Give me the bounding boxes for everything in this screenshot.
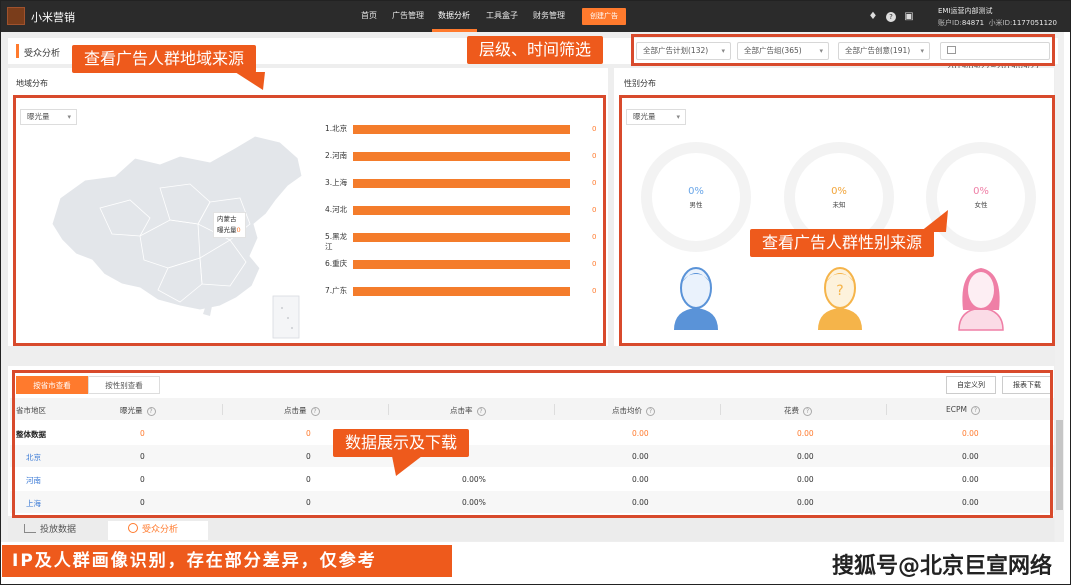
message-icon[interactable]: ▣: [903, 11, 915, 23]
callout-pointer: [920, 210, 948, 232]
tab-audience-analysis[interactable]: 受众分析: [108, 521, 208, 540]
region-title: 地域分布: [16, 79, 48, 88]
page-title: 受众分析: [24, 49, 61, 59]
nav-data-analysis[interactable]: 数据分析: [438, 10, 470, 21]
callout-pointer: [392, 456, 422, 476]
brand-name: 小米营销: [31, 11, 75, 24]
footer-banner: IP及人群画像识别，存在部分差异，仅参考: [2, 545, 452, 577]
callout-pointer: [235, 72, 265, 90]
annotation-box-filter: [631, 34, 1055, 66]
brand-logo-icon: [7, 7, 25, 25]
section-accent-bar: [16, 44, 19, 58]
nav-ad-management[interactable]: 广告管理: [392, 10, 424, 21]
account-ids: 账户ID:84871 小米ID:1177051120: [938, 19, 1057, 27]
callout-region: 查看广告人群地域来源: [72, 45, 257, 73]
tab-delivery-data[interactable]: 投放数据: [24, 521, 94, 540]
scrollbar-thumb[interactable]: [1056, 420, 1063, 510]
callout-table: 数据展示及下载: [333, 429, 470, 457]
nav-finance[interactable]: 财务管理: [533, 10, 565, 21]
pie-chart-icon: [128, 523, 138, 533]
nav-home[interactable]: 首页: [361, 10, 377, 21]
callout-gender: 查看广告人群性别来源: [750, 229, 935, 257]
account-name: EMI运营内部测试: [938, 7, 993, 15]
nav-toolbox[interactable]: 工具盒子: [486, 10, 518, 21]
watermark: 搜狐号@北京巨宣网络: [832, 554, 1053, 579]
gender-title: 性别分布: [624, 79, 656, 88]
annotation-box-region: [13, 95, 606, 346]
help-icon[interactable]: ?: [886, 12, 896, 22]
annotation-box-table: [12, 370, 1053, 518]
callout-filter: 层级、时间筛选: [467, 36, 604, 64]
line-chart-icon: [24, 524, 36, 533]
create-ad-button[interactable]: 创建广告: [582, 8, 626, 25]
bell-icon[interactable]: ♦: [867, 11, 879, 23]
annotation-box-gender: [619, 95, 1055, 346]
top-navigation: 小米营销 首页 广告管理 数据分析 工具盒子 财务管理 创建广告 ♦ ? ▣ E…: [1, 1, 1070, 32]
